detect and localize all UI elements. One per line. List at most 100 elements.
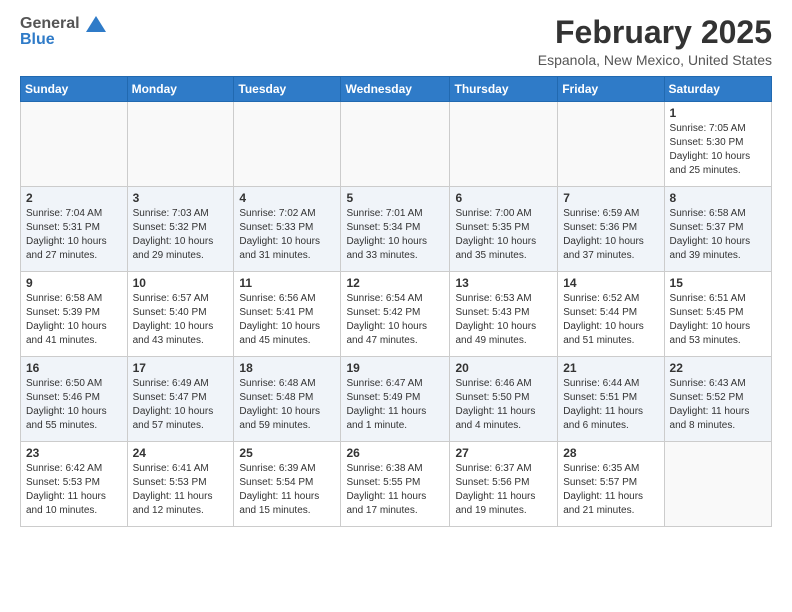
- day-info: Sunrise: 6:51 AM Sunset: 5:45 PM Dayligh…: [670, 292, 766, 348]
- day-number: 4: [239, 191, 335, 205]
- title-block: February 2025 Espanola, New Mexico, Unit…: [538, 15, 772, 68]
- weekday-header-monday: Monday: [127, 77, 234, 102]
- calendar-day-cell: 27Sunrise: 6:37 AM Sunset: 5:56 PM Dayli…: [450, 442, 558, 527]
- weekday-header-sunday: Sunday: [21, 77, 128, 102]
- day-number: 2: [26, 191, 122, 205]
- calendar-day-cell: [234, 102, 341, 187]
- calendar-day-cell: 16Sunrise: 6:50 AM Sunset: 5:46 PM Dayli…: [21, 357, 128, 442]
- day-number: 3: [133, 191, 229, 205]
- day-info: Sunrise: 6:35 AM Sunset: 5:57 PM Dayligh…: [563, 462, 658, 518]
- day-number: 1: [670, 106, 766, 120]
- weekday-header-friday: Friday: [558, 77, 664, 102]
- day-info: Sunrise: 7:04 AM Sunset: 5:31 PM Dayligh…: [26, 207, 122, 263]
- day-number: 14: [563, 276, 658, 290]
- calendar-week-row: 1 Sunrise: 7:05 AM Sunset: 5:30 PM Daylig…: [21, 102, 772, 187]
- calendar-day-cell: 2 Sunrise: 7:04 AM Sunset: 5:31 PM Daylig…: [21, 187, 128, 272]
- day-number: 22: [670, 361, 766, 375]
- calendar-day-cell: [21, 102, 128, 187]
- calendar-day-cell: 5 Sunrise: 7:01 AM Sunset: 5:34 PM Daylig…: [341, 187, 450, 272]
- weekday-header-wednesday: Wednesday: [341, 77, 450, 102]
- calendar-day-cell: 20 Sunrise: 6:46 AM Sunset: 5:50 PM Dayli…: [450, 357, 558, 442]
- calendar-day-cell: 24 Sunrise: 6:41 AM Sunset: 5:53 PM Dayli…: [127, 442, 234, 527]
- day-number: 26: [346, 446, 444, 460]
- day-info: Sunrise: 6:54 AM Sunset: 5:42 PM Dayligh…: [346, 292, 444, 348]
- day-info: Sunrise: 6:56 AM Sunset: 5:41 PM Dayligh…: [239, 292, 335, 348]
- day-info: Sunrise: 7:01 AM Sunset: 5:34 PM Dayligh…: [346, 207, 444, 263]
- day-number: 19: [346, 361, 444, 375]
- day-info: Sunrise: 7:02 AM Sunset: 5:33 PM Dayligh…: [239, 207, 335, 263]
- day-number: 15: [670, 276, 766, 290]
- main-title: February 2025: [538, 15, 772, 50]
- calendar-day-cell: 4 Sunrise: 7:02 AM Sunset: 5:33 PM Daylig…: [234, 187, 341, 272]
- day-number: 11: [239, 276, 335, 290]
- day-number: 9: [26, 276, 122, 290]
- calendar-day-cell: 3 Sunrise: 7:03 AM Sunset: 5:32 PM Daylig…: [127, 187, 234, 272]
- calendar-day-cell: 26 Sunrise: 6:38 AM Sunset: 5:55 PM Dayli…: [341, 442, 450, 527]
- logo-general: General: [20, 15, 80, 32]
- calendar-day-cell: 13 Sunrise: 6:53 AM Sunset: 5:43 PM Dayli…: [450, 272, 558, 357]
- calendar-day-cell: 7 Sunrise: 6:59 AM Sunset: 5:36 PM Daylig…: [558, 187, 664, 272]
- calendar-day-cell: [664, 442, 771, 527]
- day-info: Sunrise: 6:53 AM Sunset: 5:43 PM Dayligh…: [455, 292, 552, 348]
- weekday-header-row: SundayMondayTuesdayWednesdayThursdayFrid…: [21, 77, 772, 102]
- calendar-day-cell: 14 Sunrise: 6:52 AM Sunset: 5:44 PM Dayli…: [558, 272, 664, 357]
- calendar-day-cell: 23 Sunrise: 6:42 AM Sunset: 5:53 PM Dayli…: [21, 442, 128, 527]
- calendar-day-cell: 19 Sunrise: 6:47 AM Sunset: 5:49 PM Dayli…: [341, 357, 450, 442]
- day-info: Sunrise: 7:03 AM Sunset: 5:32 PM Dayligh…: [133, 207, 229, 263]
- day-number: 10: [133, 276, 229, 290]
- calendar-table: SundayMondayTuesdayWednesdayThursdayFrid…: [20, 76, 772, 527]
- day-number: 12: [346, 276, 444, 290]
- day-info: Sunrise: 6:59 AM Sunset: 5:36 PM Dayligh…: [563, 207, 658, 263]
- logo: General Blue: [20, 15, 106, 49]
- calendar-day-cell: 10 Sunrise: 6:57 AM Sunset: 5:40 PM Dayli…: [127, 272, 234, 357]
- day-number: 13: [455, 276, 552, 290]
- calendar-day-cell: 1 Sunrise: 7:05 AM Sunset: 5:30 PM Daylig…: [664, 102, 771, 187]
- calendar-day-cell: 12 Sunrise: 6:54 AM Sunset: 5:42 PM Dayli…: [341, 272, 450, 357]
- calendar-day-cell: 17 Sunrise: 6:49 AM Sunset: 5:47 PM Dayli…: [127, 357, 234, 442]
- calendar-day-cell: 28 Sunrise: 6:35 AM Sunset: 5:57 PM Dayli…: [558, 442, 664, 527]
- day-info: Sunrise: 6:50 AM Sunset: 5:46 PM Dayligh…: [26, 377, 122, 433]
- day-number: 21: [563, 361, 658, 375]
- calendar-week-row: 2 Sunrise: 7:04 AM Sunset: 5:31 PM Daylig…: [21, 187, 772, 272]
- day-info: Sunrise: 6:49 AM Sunset: 5:47 PM Dayligh…: [133, 377, 229, 433]
- calendar-week-row: 9Sunrise: 6:58 AM Sunset: 5:39 PM Daylig…: [21, 272, 772, 357]
- day-info: Sunrise: 6:46 AM Sunset: 5:50 PM Dayligh…: [455, 377, 552, 433]
- calendar-day-cell: 25 Sunrise: 6:39 AM Sunset: 5:54 PM Dayli…: [234, 442, 341, 527]
- header: General Blue February 2025 Espanola, New…: [20, 15, 772, 68]
- logo-icon: [86, 16, 106, 32]
- day-number: 28: [563, 446, 658, 460]
- calendar-day-cell: [450, 102, 558, 187]
- day-number: 17: [133, 361, 229, 375]
- calendar-day-cell: 18Sunrise: 6:48 AM Sunset: 5:48 PM Dayli…: [234, 357, 341, 442]
- day-number: 25: [239, 446, 335, 460]
- weekday-header-saturday: Saturday: [664, 77, 771, 102]
- day-number: 23: [26, 446, 122, 460]
- day-number: 6: [455, 191, 552, 205]
- day-number: 7: [563, 191, 658, 205]
- calendar-day-cell: 21 Sunrise: 6:44 AM Sunset: 5:51 PM Dayli…: [558, 357, 664, 442]
- day-info: Sunrise: 6:52 AM Sunset: 5:44 PM Dayligh…: [563, 292, 658, 348]
- day-number: 5: [346, 191, 444, 205]
- day-info: Sunrise: 6:39 AM Sunset: 5:54 PM Dayligh…: [239, 462, 335, 518]
- calendar-day-cell: [341, 102, 450, 187]
- day-number: 20: [455, 361, 552, 375]
- calendar-page: General Blue February 2025 Espanola, New…: [0, 0, 792, 542]
- day-number: 8: [670, 191, 766, 205]
- day-info: Sunrise: 6:37 AM Sunset: 5:56 PM Dayligh…: [455, 462, 552, 518]
- day-info: Sunrise: 6:41 AM Sunset: 5:53 PM Dayligh…: [133, 462, 229, 518]
- day-info: Sunrise: 7:05 AM Sunset: 5:30 PM Dayligh…: [670, 122, 766, 178]
- day-info: Sunrise: 6:42 AM Sunset: 5:53 PM Dayligh…: [26, 462, 122, 518]
- calendar-week-row: 23 Sunrise: 6:42 AM Sunset: 5:53 PM Dayli…: [21, 442, 772, 527]
- calendar-day-cell: 11 Sunrise: 6:56 AM Sunset: 5:41 PM Dayli…: [234, 272, 341, 357]
- day-info: Sunrise: 6:38 AM Sunset: 5:55 PM Dayligh…: [346, 462, 444, 518]
- day-info: Sunrise: 6:44 AM Sunset: 5:51 PM Dayligh…: [563, 377, 658, 433]
- calendar-day-cell: [558, 102, 664, 187]
- day-info: Sunrise: 6:43 AM Sunset: 5:52 PM Dayligh…: [670, 377, 766, 433]
- day-info: Sunrise: 7:00 AM Sunset: 5:35 PM Dayligh…: [455, 207, 552, 263]
- day-number: 18: [239, 361, 335, 375]
- calendar-day-cell: 6 Sunrise: 7:00 AM Sunset: 5:35 PM Daylig…: [450, 187, 558, 272]
- day-number: 24: [133, 446, 229, 460]
- day-info: Sunrise: 6:57 AM Sunset: 5:40 PM Dayligh…: [133, 292, 229, 348]
- day-info: Sunrise: 6:47 AM Sunset: 5:49 PM Dayligh…: [346, 377, 444, 433]
- calendar-day-cell: 9Sunrise: 6:58 AM Sunset: 5:39 PM Daylig…: [21, 272, 128, 357]
